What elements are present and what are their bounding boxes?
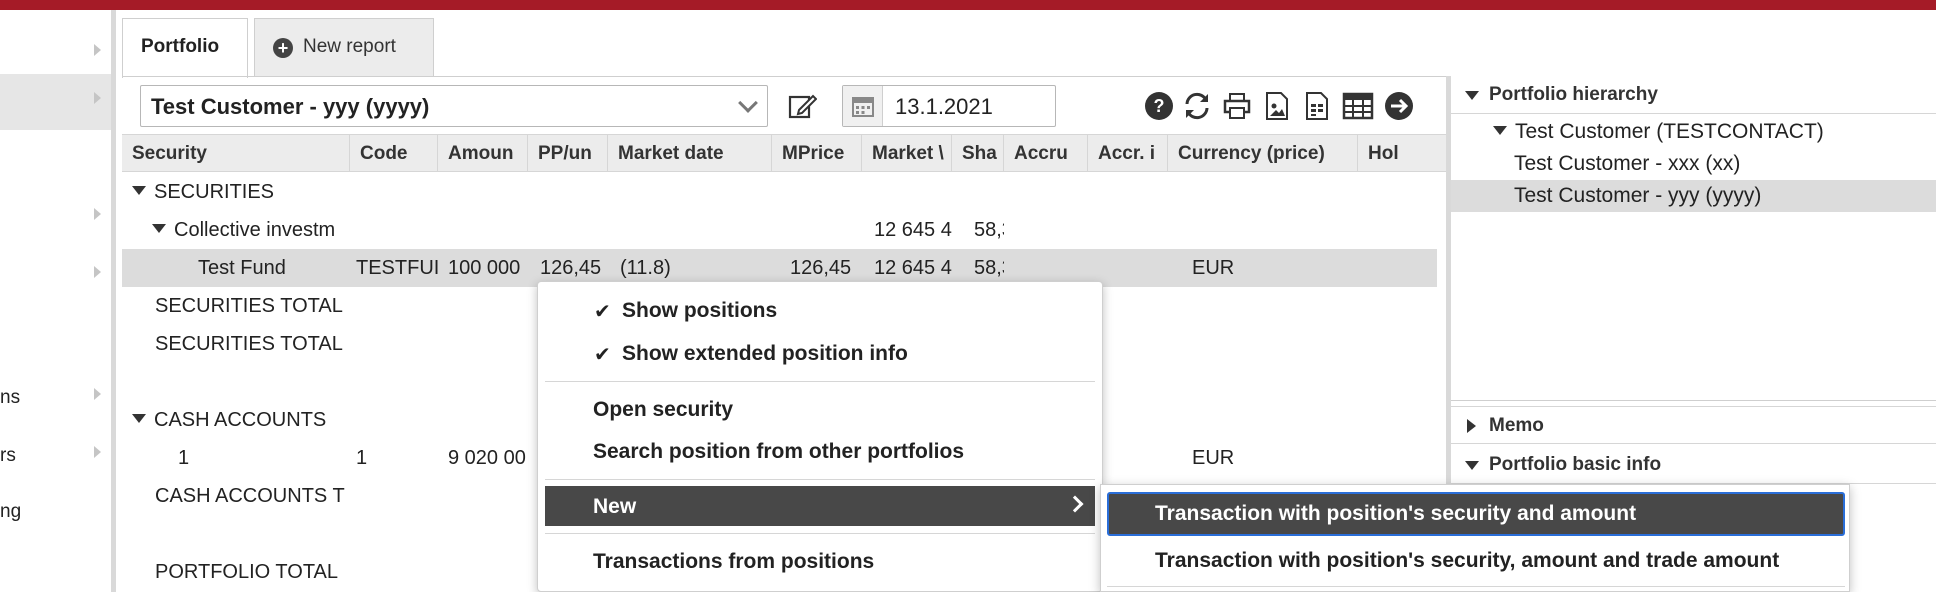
chevron-right-icon xyxy=(1066,495,1084,513)
checkmark-icon: ✔ xyxy=(594,301,611,323)
sidebar-item-7[interactable]: ng xyxy=(0,484,111,540)
sidebar-item-5[interactable]: ns xyxy=(0,370,111,426)
menu-item-new[interactable]: New xyxy=(545,486,1095,526)
menu-separator xyxy=(545,381,1095,382)
column-header-holdings[interactable]: Hol xyxy=(1358,135,1447,171)
column-header-mprice[interactable]: MPrice xyxy=(772,135,862,171)
menu-separator xyxy=(545,479,1095,480)
sidebar-item-6[interactable]: rs xyxy=(0,428,111,484)
menu-item-transactions-from-positions[interactable]: Transactions from positions xyxy=(538,541,1104,581)
submenu-item-transaction-security-amount-trade[interactable]: Transaction with position's security, am… xyxy=(1101,539,1849,583)
menu-item-open-security[interactable]: Open security xyxy=(538,389,1104,429)
new-submenu: Transaction with position's security and… xyxy=(1100,484,1850,592)
positions-table-header: Security Code Amoun PP/un Market date MP… xyxy=(122,134,1447,172)
panel-divider xyxy=(1451,400,1936,401)
expand-triangle-icon[interactable] xyxy=(132,186,146,195)
help-icon[interactable]: ? xyxy=(1142,89,1176,123)
table-row[interactable]: Collective investm 12 645 42 58,37 xyxy=(122,211,1437,249)
document-export-icon[interactable] xyxy=(1300,89,1334,123)
column-header-security[interactable]: Security xyxy=(122,135,350,171)
checkmark-icon: ✔ xyxy=(594,344,611,366)
svg-text:?: ? xyxy=(1154,96,1165,116)
column-header-pp[interactable]: PP/un xyxy=(528,135,608,171)
chevron-right-icon xyxy=(94,208,101,220)
expand-triangle-icon[interactable] xyxy=(152,224,166,233)
menu-separator xyxy=(1107,586,1845,587)
sidebar-item-2[interactable] xyxy=(0,74,111,130)
menu-separator xyxy=(545,533,1095,534)
collapse-triangle-icon[interactable] xyxy=(1493,126,1507,135)
column-header-currency[interactable]: Currency (price) xyxy=(1168,135,1358,171)
tab-new-report[interactable]: + New report xyxy=(254,18,434,76)
date-field[interactable]: 13.1.2021 xyxy=(842,85,1056,127)
expand-triangle-icon xyxy=(1467,419,1476,433)
go-arrow-icon[interactable] xyxy=(1382,89,1416,123)
collapse-triangle-icon xyxy=(1465,461,1479,470)
print-icon[interactable] xyxy=(1220,89,1254,123)
column-header-market-date[interactable]: Market date xyxy=(608,135,772,171)
calendar-icon[interactable] xyxy=(843,86,883,126)
table-row[interactable]: SECURITIES xyxy=(122,173,1437,211)
column-header-code[interactable]: Code xyxy=(350,135,438,171)
expand-triangle-icon[interactable] xyxy=(132,414,146,423)
portfolio-hierarchy-header[interactable]: Portfolio hierarchy xyxy=(1451,76,1936,114)
chevron-down-icon xyxy=(738,93,758,113)
tree-item-root[interactable]: Test Customer (TESTCONTACT) xyxy=(1451,116,1936,148)
chevron-right-icon xyxy=(94,388,101,400)
menu-item-search-position[interactable]: Search position from other portfolios xyxy=(538,431,1104,471)
chevron-right-icon xyxy=(94,266,101,278)
image-export-icon[interactable] xyxy=(1260,89,1294,123)
menu-item-show-extended-info[interactable]: ✔ Show extended position info xyxy=(538,333,1104,373)
column-header-accrued[interactable]: Accru xyxy=(1004,135,1088,171)
column-header-amount[interactable]: Amoun xyxy=(438,135,528,171)
plus-circle-icon: + xyxy=(273,38,293,58)
portfolio-basic-info-header[interactable]: Portfolio basic info xyxy=(1451,446,1936,484)
column-header-share[interactable]: Sha xyxy=(952,135,1004,171)
table-icon[interactable] xyxy=(1340,89,1376,123)
chevron-right-icon xyxy=(94,44,101,56)
column-header-accrued-interest[interactable]: Accr. i xyxy=(1088,135,1168,171)
memo-header[interactable]: Memo xyxy=(1451,406,1936,444)
edit-icon[interactable] xyxy=(784,87,820,125)
tree-item-child-selected[interactable]: Test Customer - yyy (yyyy) xyxy=(1451,180,1936,212)
column-header-market-value[interactable]: Market \ xyxy=(862,135,952,171)
portfolio-select[interactable]: Test Customer - yyy (yyyy) xyxy=(140,85,768,127)
sidebar-item-4[interactable] xyxy=(0,248,111,304)
collapse-triangle-icon xyxy=(1465,91,1479,100)
top-brand-bar xyxy=(0,0,1936,10)
chevron-right-icon xyxy=(94,92,101,104)
sidebar-item-3[interactable] xyxy=(0,190,111,246)
tab-portfolio[interactable]: Portfolio xyxy=(122,18,248,78)
sidebar: ns rs ng xyxy=(0,10,116,592)
menu-item-show-positions[interactable]: ✔ Show positions xyxy=(538,290,1104,330)
context-menu: ✔ Show positions ✔ Show extended positio… xyxy=(537,281,1103,592)
submenu-item-transaction-security-amount[interactable]: Transaction with position's security and… xyxy=(1107,492,1845,536)
tree-item-child[interactable]: Test Customer - xxx (xx) xyxy=(1451,148,1936,180)
chevron-right-icon xyxy=(94,446,101,458)
refresh-icon[interactable] xyxy=(1180,89,1214,123)
